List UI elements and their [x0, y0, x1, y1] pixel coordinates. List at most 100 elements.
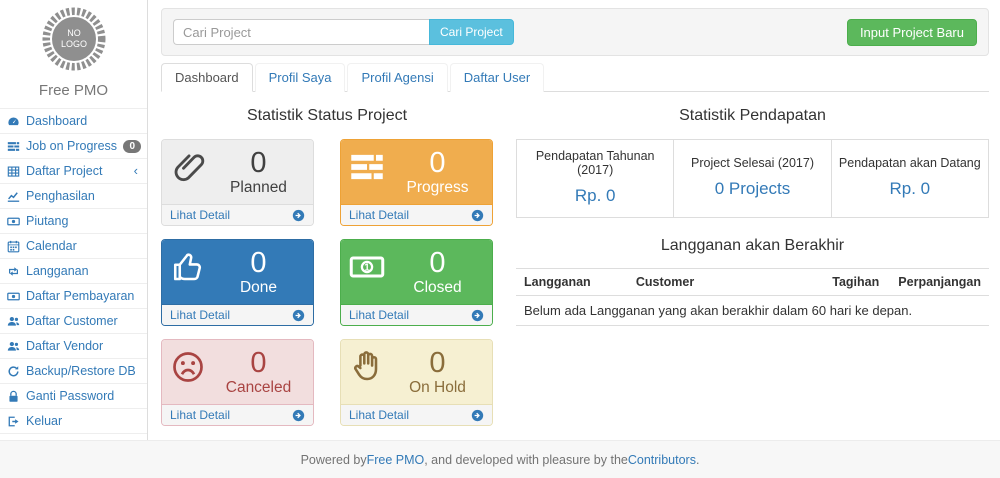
sidebar-item-langganan[interactable]: Langganan [0, 259, 147, 284]
job-count-badge: 0 [123, 140, 141, 153]
progress-label: Progress [406, 179, 468, 197]
closed-label: Closed [413, 279, 461, 297]
frown-icon [170, 347, 212, 397]
page-footer: Powered by Free PMO , and developed with… [0, 440, 1000, 478]
sidebar-item-penghasilan[interactable]: Penghasilan [0, 184, 147, 209]
contributors-link[interactable]: Contributors [628, 453, 696, 467]
sidebar-item-label: Keluar [26, 414, 62, 428]
lihat-detail-label: Lihat Detail [349, 408, 409, 422]
stat-label: Project Selesai (2017) [680, 156, 824, 170]
sidebar-item-job-on-progress[interactable]: Job on Progress 0 [0, 134, 147, 159]
footer-text-middle: , and developed with pleasure by the [424, 453, 628, 467]
main-area: Cari Project Input Project Baru Dashboar… [149, 0, 1000, 426]
stat-value-link[interactable]: Rp. 0 [838, 179, 982, 199]
free-pmo-link[interactable]: Free PMO [367, 453, 425, 467]
done-detail-link[interactable]: Lihat Detail [162, 304, 313, 325]
empty-subscriptions-message: Belum ada Langganan yang akan berakhir d… [516, 296, 989, 326]
sign-out-icon [7, 415, 20, 428]
project-search-panel: Cari Project Input Project Baru [161, 8, 989, 56]
table-row: Belum ada Langganan yang akan berakhir d… [516, 296, 989, 326]
closed-count: 0 [429, 248, 445, 278]
tasks-icon [349, 147, 391, 197]
money-icon [7, 215, 20, 228]
sidebar-item-label: Job on Progress [26, 139, 117, 153]
free-pmo-dashboard-page: NO LOGO Free PMO Dashboard Job on Progre… [0, 0, 1000, 478]
sidebar-item-backup-restore-db[interactable]: Backup/Restore DB [0, 359, 147, 384]
status-card-body: 0 Canceled [162, 340, 313, 404]
status-card-progress: 0 Progress Lihat Detail [340, 139, 493, 226]
project-status-section: Statistik Status Project 0 Planned [161, 107, 493, 426]
sidebar-item-label: Ganti Password [26, 389, 114, 403]
status-section-title: Statistik Status Project [161, 107, 493, 125]
status-card-canceled: 0 Canceled Lihat Detail [161, 339, 314, 426]
arrow-circle-right-icon [292, 209, 305, 222]
new-project-button[interactable]: Input Project Baru [847, 19, 977, 46]
sidebar-item-calendar[interactable]: Calendar [0, 234, 147, 259]
tasks-icon [7, 140, 20, 153]
calendar-icon [7, 240, 20, 253]
sidebar-item-keluar[interactable]: Keluar [0, 409, 147, 434]
column-header-customer: Customer [628, 269, 824, 296]
planned-label: Planned [230, 179, 287, 197]
status-card-body: 0 Planned [162, 140, 313, 204]
closed-detail-link[interactable]: Lihat Detail [341, 304, 492, 325]
tab-profil-agensi[interactable]: Profil Agensi [347, 63, 447, 92]
progress-detail-link[interactable]: Lihat Detail [341, 204, 492, 225]
search-button[interactable]: Cari Project [429, 19, 514, 45]
tab-bar: Dashboard Profil Saya Profil Agensi Daft… [161, 63, 989, 92]
footer-text-prefix: Powered by [301, 453, 367, 467]
tab-daftar-user[interactable]: Daftar User [450, 63, 544, 92]
sidebar-item-daftar-vendor[interactable]: Daftar Vendor [0, 334, 147, 359]
lihat-detail-label: Lihat Detail [349, 208, 409, 222]
line-chart-icon [7, 190, 20, 203]
lihat-detail-label: Lihat Detail [170, 208, 230, 222]
retweet-icon [7, 265, 20, 278]
status-card-on-hold: 0 On Hold Lihat Detail [340, 339, 493, 426]
table-icon [7, 165, 20, 178]
on-hold-detail-link[interactable]: Lihat Detail [341, 404, 492, 425]
lihat-detail-label: Lihat Detail [349, 308, 409, 322]
progress-count: 0 [429, 148, 445, 178]
sidebar-item-piutang[interactable]: Piutang [0, 209, 147, 234]
thumbs-up-icon [170, 247, 212, 297]
status-card-body: 1 0 Closed [341, 240, 492, 304]
planned-detail-link[interactable]: Lihat Detail [162, 204, 313, 225]
stat-value-link[interactable]: 0 Projects [680, 179, 824, 199]
sidebar-item-label: Piutang [26, 214, 68, 228]
subscription-header-row: Langganan Customer Tagihan Perpanjangan [516, 269, 989, 296]
sidebar-item-daftar-customer[interactable]: Daftar Customer [0, 309, 147, 334]
money-icon [7, 290, 20, 303]
sidebar-item-ganti-password[interactable]: Ganti Password [0, 384, 147, 409]
search-input[interactable] [173, 19, 429, 45]
sidebar-item-daftar-project[interactable]: Daftar Project ‹ [0, 159, 147, 184]
sidebar-item-daftar-pembayaran[interactable]: Daftar Pembayaran [0, 284, 147, 309]
subscription-table: Langganan Customer Tagihan Perpanjangan … [516, 268, 989, 326]
dashboard-icon [7, 115, 20, 128]
sidebar: NO LOGO Free PMO Dashboard Job on Progre… [0, 0, 148, 440]
tab-profil-saya[interactable]: Profil Saya [255, 63, 346, 92]
income-section: Statistik Pendapatan Pendapatan Tahunan … [516, 107, 989, 426]
sidebar-item-label: Daftar Customer [26, 314, 118, 328]
on-hold-count: 0 [429, 348, 445, 378]
canceled-detail-link[interactable]: Lihat Detail [162, 404, 313, 425]
canceled-label: Canceled [226, 379, 292, 397]
planned-count: 0 [250, 148, 266, 178]
sidebar-item-label: Calendar [26, 239, 77, 253]
arrow-circle-right-icon [471, 209, 484, 222]
status-card-body: 0 Progress [341, 140, 492, 204]
logo-text-line2: LOGO [60, 39, 86, 49]
sidebar-item-dashboard[interactable]: Dashboard [0, 109, 147, 134]
dashboard-content: Statistik Status Project 0 Planned [149, 92, 1000, 426]
stat-value-link[interactable]: Rp. 0 [523, 186, 667, 206]
lock-icon [7, 390, 20, 403]
status-card-done: 0 Done Lihat Detail [161, 239, 314, 326]
income-stats-table: Pendapatan Tahunan (2017) Rp. 0 Project … [516, 139, 989, 218]
hand-icon [349, 347, 391, 397]
column-header-langganan: Langganan [516, 269, 628, 296]
sidebar-item-label: Daftar Project [26, 164, 102, 178]
stat-cell-finished-projects: Project Selesai (2017) 0 Projects [674, 140, 831, 218]
sidebar-menu: Dashboard Job on Progress 0 Daftar Proje… [0, 108, 147, 434]
done-count: 0 [250, 248, 266, 278]
tab-dashboard[interactable]: Dashboard [161, 63, 253, 92]
column-header-tagihan: Tagihan [824, 269, 890, 296]
